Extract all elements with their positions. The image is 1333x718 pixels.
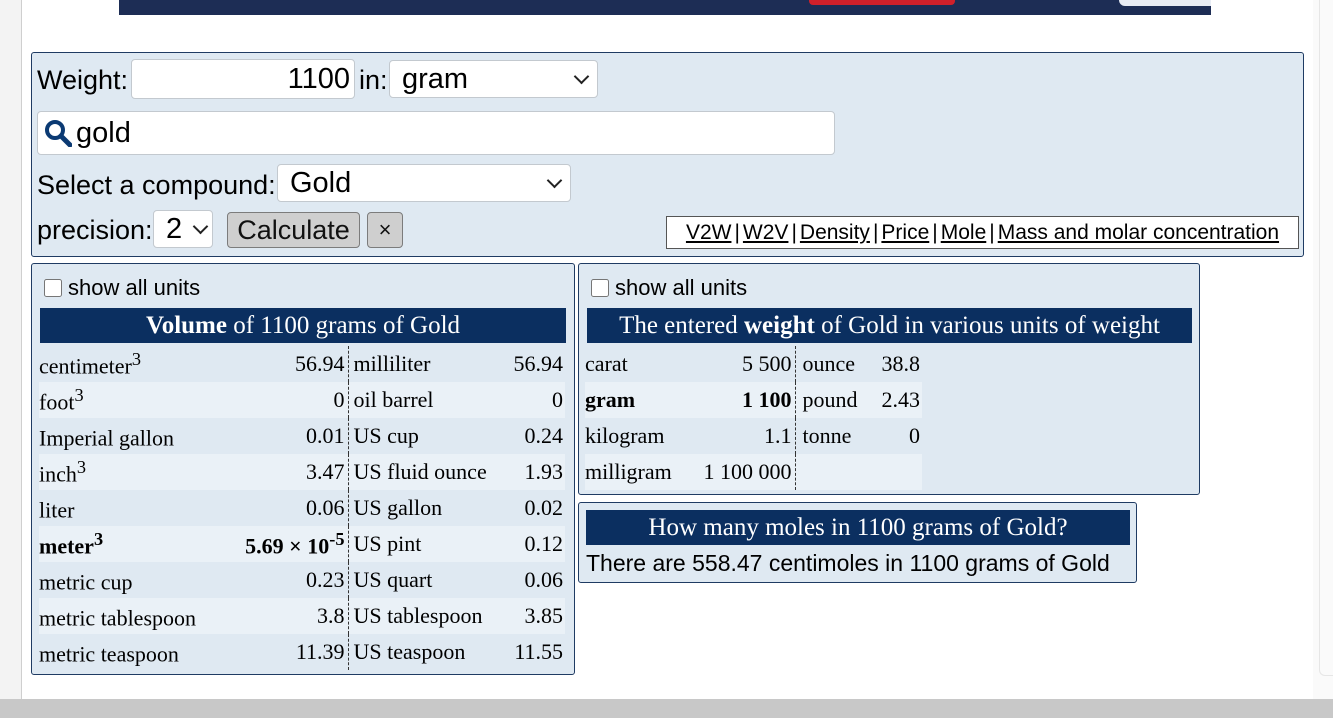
volume-header: Volume of 1100 grams of Gold: [40, 308, 566, 343]
weight-table: carat 5 500 ounce 38.8 gram 1 100 pound …: [585, 346, 922, 490]
banner-red-shape: [809, 0, 955, 5]
link-density[interactable]: Density: [800, 221, 870, 244]
compound-search-input[interactable]: gold: [37, 111, 835, 155]
table-row: Imperial gallon 0.01 US cup 0.24: [39, 418, 565, 454]
clear-button[interactable]: ×: [367, 212, 403, 248]
table-row: inch3 3.47 US fluid ounce 1.93: [39, 454, 565, 490]
link-price[interactable]: Price: [881, 221, 929, 244]
chevron-down-icon: [573, 68, 590, 84]
page-left-border: [0, 0, 22, 700]
chevron-down-icon: [192, 218, 209, 234]
precision-select-value: 2: [166, 212, 183, 245]
moles-header: How many moles in 1100 grams of Gold?: [586, 510, 1130, 545]
compound-label: Select a compound:: [37, 170, 276, 200]
weight-show-all-checkbox[interactable]: [591, 279, 609, 297]
table-row: centimeter3 56.94 milliliter 56.94: [39, 346, 565, 382]
volume-table: centimeter3 56.94 milliliter 56.94 foot3…: [39, 346, 565, 670]
compound-select[interactable]: Gold: [277, 164, 571, 202]
precision-label: precision:: [37, 215, 153, 245]
link-v2w[interactable]: V2W: [686, 221, 732, 244]
table-row: foot3 0 oil barrel 0: [39, 382, 565, 418]
volume-results-panel: show all units Volume of 1100 grams of G…: [31, 263, 575, 675]
compound-select-value: Gold: [290, 166, 352, 199]
unit-select-value: gram: [402, 62, 469, 95]
related-calculators-links: V2W | W2V | Density | Price | Mole | Mass and mola…: [666, 216, 1299, 249]
search-icon: [44, 119, 72, 147]
table-row: carat 5 500 ounce 38.8: [585, 346, 922, 382]
moles-panel: How many moles in 1100 grams of Gold? Th…: [578, 502, 1137, 583]
horizontal-scrollbar[interactable]: [0, 699, 1333, 718]
search-input-value: gold: [76, 116, 131, 149]
table-row: milligram 1 100 000: [585, 454, 922, 490]
weight-header: The entered weight of Gold in various un…: [587, 308, 1192, 343]
table-row: metric tablespoon 3.8 US tablespoon 3.85: [39, 598, 565, 634]
table-row: metric cup 0.23 US quart 0.06: [39, 562, 565, 598]
banner-light-shape: [1119, 0, 1211, 6]
table-row: meter3 5.69 × 10-5 US pint 0.12: [39, 526, 565, 562]
unit-select[interactable]: gram: [389, 60, 598, 98]
moles-result-text: There are 558.47 centimoles in 1100 gram…: [586, 550, 1110, 576]
table-row: metric teaspoon 11.39 US teaspoon 11.55: [39, 634, 565, 670]
weight-show-all-units[interactable]: show all units: [591, 276, 747, 300]
table-row: kilogram 1.1 tonne 0: [585, 418, 922, 454]
precision-select[interactable]: 2: [153, 210, 213, 248]
volume-show-all-checkbox[interactable]: [44, 279, 62, 297]
table-row: liter 0.06 US gallon 0.02: [39, 490, 565, 526]
link-mass-molar-concentration[interactable]: Mass and molar concentration: [998, 221, 1279, 244]
calculator-form: Weight: 1100 in: gram gold Select a comp…: [31, 52, 1304, 257]
vertical-scrollbar[interactable]: [1313, 0, 1333, 700]
ad-banner[interactable]: [119, 0, 1211, 15]
weight-results-panel: show all units The entered weight of Gol…: [578, 263, 1200, 495]
link-mole[interactable]: Mole: [941, 221, 987, 244]
volume-show-all-units[interactable]: show all units: [44, 276, 200, 300]
calculate-button[interactable]: Calculate: [227, 212, 360, 248]
weight-label: Weight:: [37, 65, 129, 95]
table-row: gram 1 100 pound 2.43: [585, 382, 922, 418]
scrollbar-track[interactable]: [1319, 0, 1333, 676]
weight-input[interactable]: 1100: [131, 59, 355, 99]
link-w2v[interactable]: W2V: [743, 221, 789, 244]
in-label: in:: [359, 65, 388, 95]
chevron-down-icon: [546, 172, 563, 188]
